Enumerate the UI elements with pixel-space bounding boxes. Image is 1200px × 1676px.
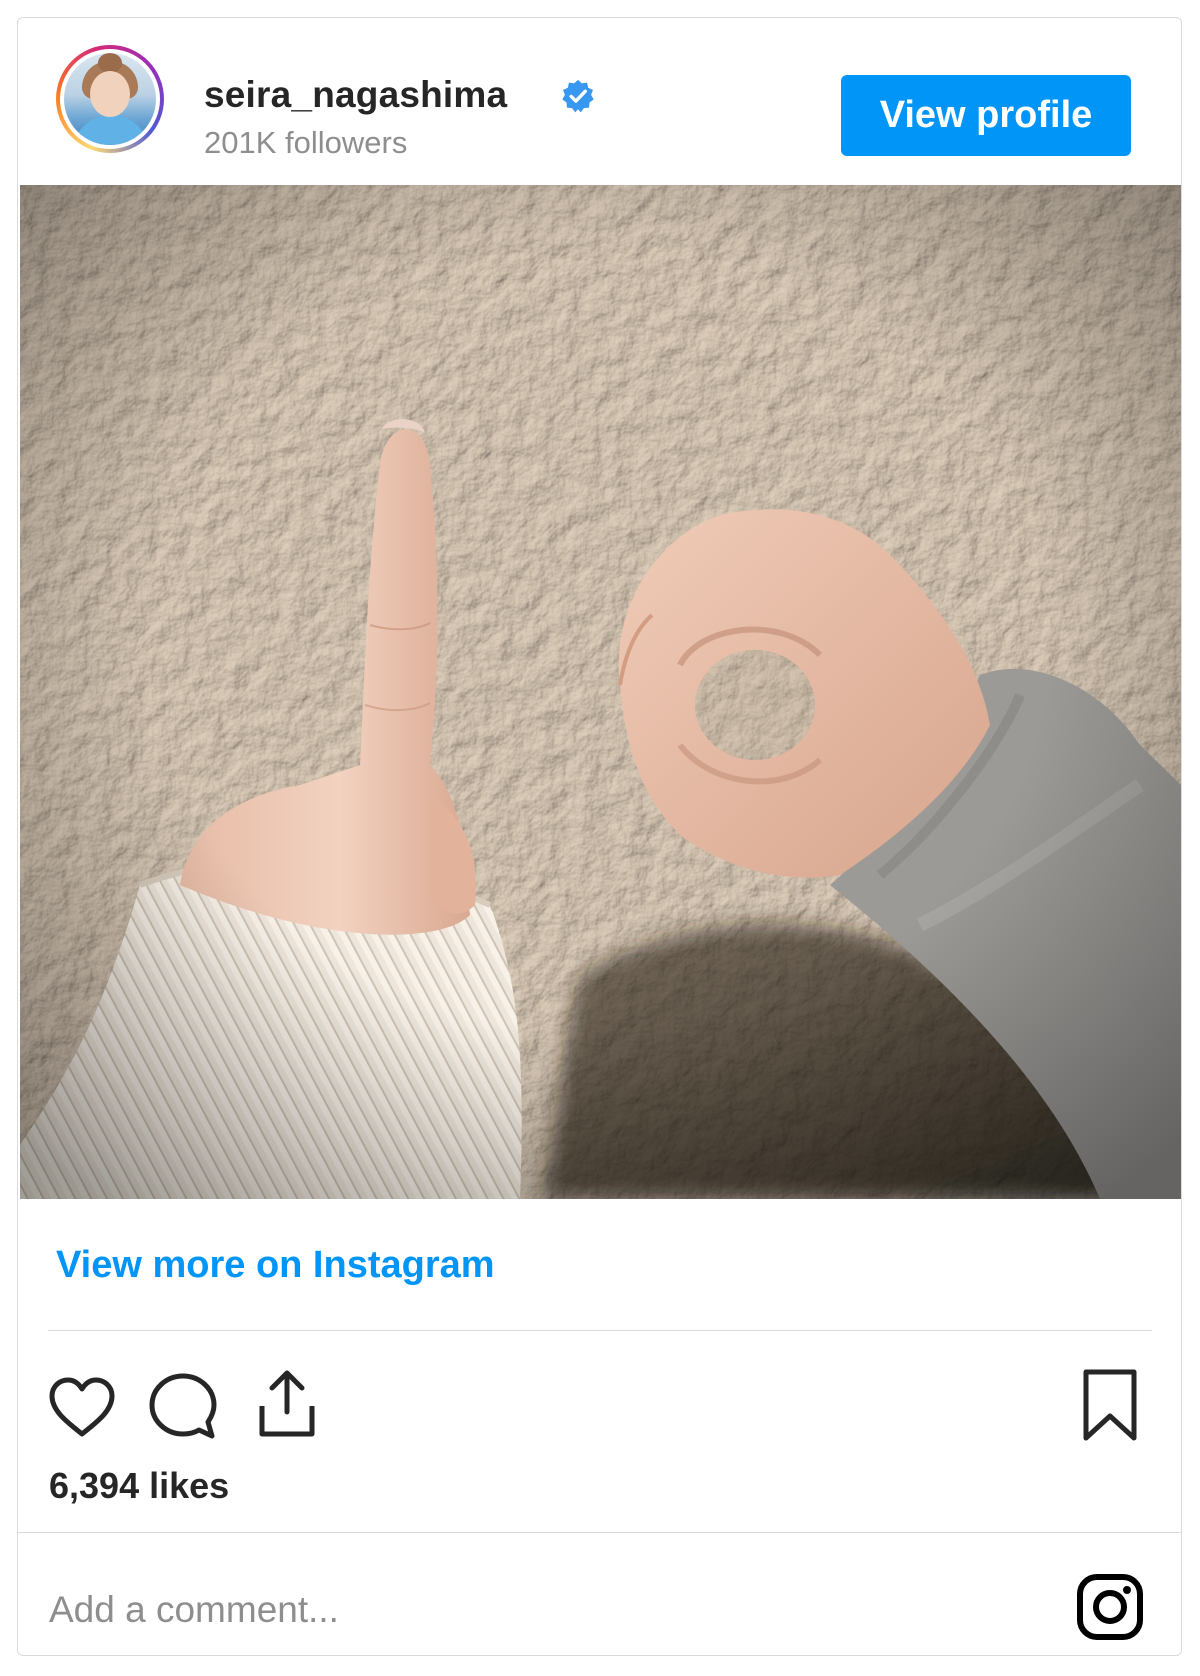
divider — [18, 1532, 1181, 1533]
avatar-border — [60, 49, 160, 149]
verified-badge-icon — [562, 79, 594, 113]
action-bar — [18, 1358, 1181, 1441]
view-more-link[interactable]: View more on Instagram — [56, 1244, 495, 1287]
avatar-image — [64, 53, 156, 145]
avatar-face-shape — [90, 71, 130, 117]
view-profile-button[interactable]: View profile — [841, 75, 1131, 156]
instagram-embed-card: seira_nagashima 201K followers View prof… — [17, 17, 1182, 1656]
share-icon[interactable] — [254, 1368, 320, 1440]
comment-input[interactable]: Add a comment... — [49, 1589, 339, 1631]
post-photo[interactable] — [20, 185, 1181, 1199]
avatar-body-shape — [72, 115, 150, 145]
heart-icon[interactable] — [46, 1376, 118, 1438]
like-count[interactable]: 6,394 likes — [49, 1465, 229, 1507]
instagram-logo-icon[interactable] — [1075, 1572, 1145, 1642]
avatar[interactable] — [56, 45, 164, 153]
avatar-hair-bun-shape — [98, 53, 122, 73]
follower-count: 201K followers — [204, 125, 408, 160]
comment-bubble-icon[interactable] — [148, 1372, 218, 1442]
post-header: seira_nagashima 201K followers View prof… — [18, 18, 1181, 182]
bookmark-icon[interactable] — [1080, 1368, 1140, 1444]
username[interactable]: seira_nagashima — [204, 74, 507, 116]
post-photo-image — [20, 185, 1181, 1199]
divider — [48, 1330, 1152, 1331]
